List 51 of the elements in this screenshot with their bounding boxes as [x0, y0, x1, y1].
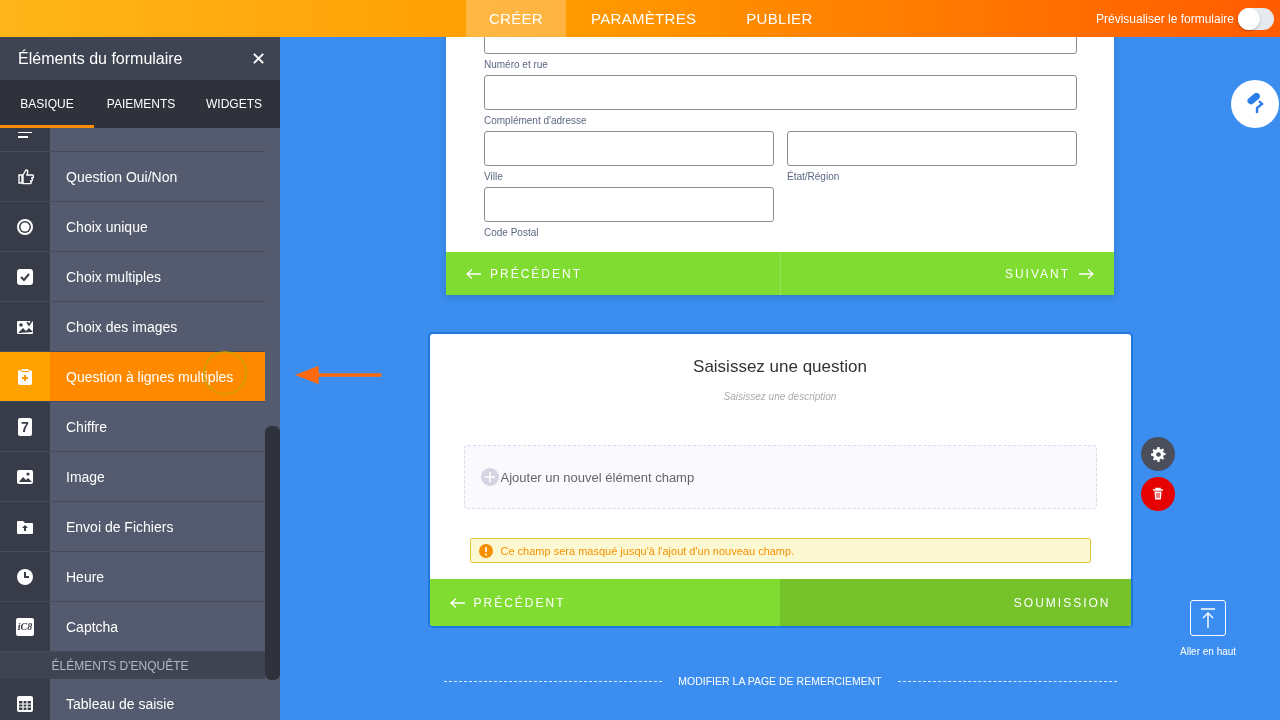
radio-icon	[16, 217, 34, 236]
table-icon	[16, 694, 34, 713]
settings-icon	[1150, 446, 1166, 462]
field-sublabel: Complément d'adresse	[484, 114, 588, 128]
paint-roller-button[interactable]	[1231, 80, 1279, 128]
element-item[interactable]: Choix unique	[0, 202, 265, 252]
input-field[interactable]	[484, 131, 774, 166]
field-sublabel: Ville	[484, 170, 504, 184]
trash-icon	[1152, 487, 1164, 501]
delete-button[interactable]	[1141, 477, 1175, 511]
element-item[interactable]: 7 Chiffre	[0, 402, 265, 452]
input-field[interactable]	[484, 187, 774, 222]
left-arrow-icon	[466, 268, 482, 279]
element-item[interactable]: Choix des images	[0, 302, 265, 352]
right-arrow-icon	[1078, 268, 1094, 279]
element-item[interactable]: Envoi de Fichiers	[0, 502, 265, 552]
alert-icon	[478, 543, 493, 558]
left-arrow-icon	[449, 597, 466, 608]
arrow-up-icon	[1199, 607, 1218, 629]
preview-toggle[interactable]	[1238, 7, 1274, 30]
panel-title: Éléments du formulaire	[18, 49, 183, 68]
element-item[interactable]: Image	[0, 452, 265, 502]
add-field-area[interactable]: Ajouter un nouvel élément champ	[463, 445, 1097, 509]
image-icon	[16, 467, 34, 486]
input-field[interactable]	[787, 131, 1077, 166]
checkbox-icon	[16, 267, 34, 286]
field-sublabel: Code Postal	[484, 226, 540, 240]
scrollbar-thumb[interactable]	[265, 426, 280, 680]
list-icon	[16, 132, 34, 141]
number-icon: 7	[18, 417, 32, 436]
clipboard-plus-icon	[16, 367, 34, 386]
section-header: ÉLÉMENTS D'ENQUÊTE	[0, 652, 265, 679]
clock-icon	[16, 567, 34, 586]
thumbs-icon	[16, 167, 34, 186]
element-item[interactable]: Heure	[0, 552, 265, 602]
element-item[interactable]: Choix multiples	[0, 252, 265, 302]
field-sublabel: État/Région	[787, 169, 841, 184]
input-field[interactable]	[484, 75, 1077, 110]
plus-icon	[480, 468, 499, 486]
element-item[interactable]: Question Oui/Non	[0, 152, 265, 202]
category-tab[interactable]: WIDGETS	[188, 80, 280, 128]
warning-message: Ce champ sera masqué jusqu'à l'ajout d'un nouveau champ.	[469, 538, 1091, 563]
question-title[interactable]: Saisissez une question	[693, 357, 867, 377]
element-item[interactable]	[0, 128, 265, 152]
category-tab[interactable]: PAIEMENTS	[94, 80, 188, 128]
paint-roller-icon	[1244, 93, 1266, 115]
element-item[interactable]: Tableau de saisie	[0, 679, 265, 720]
settings-button[interactable]	[1141, 437, 1175, 471]
number-icon: iC8	[15, 617, 35, 636]
preview-label: Prévisualiser le formulaire	[1095, 11, 1234, 26]
field-sublabel: Numéro et rue	[484, 58, 549, 72]
